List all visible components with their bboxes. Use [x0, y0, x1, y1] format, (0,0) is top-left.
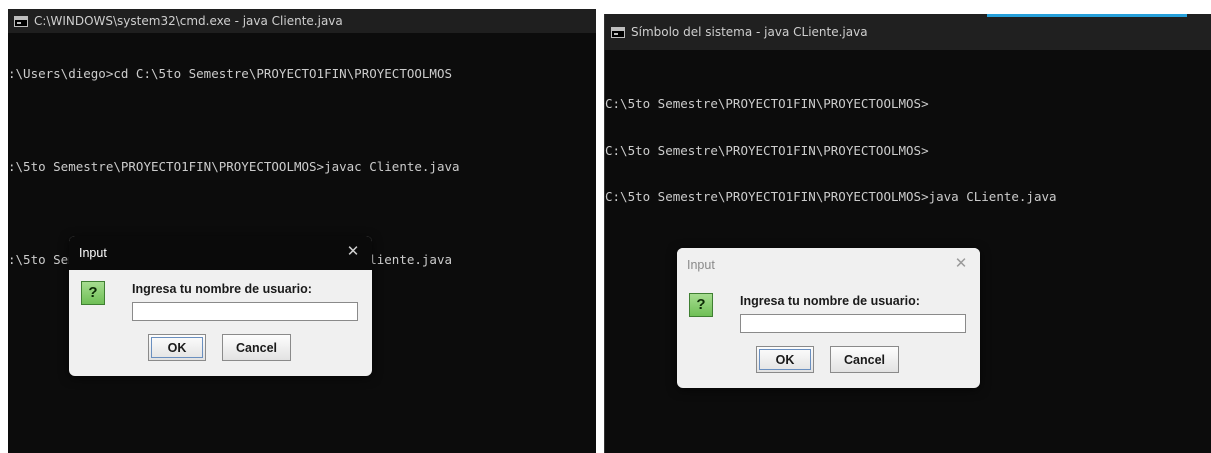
dialog-title-bar[interactable]: Input [69, 236, 372, 270]
username-prompt-label: Ingresa tu nombre de usuario: [132, 282, 312, 296]
ok-button[interactable]: OK [148, 334, 206, 361]
title-bar-left[interactable]: C:\WINDOWS\system32\cmd.exe - java Clien… [8, 9, 596, 33]
console-window-left[interactable]: C:\WINDOWS\system32\cmd.exe - java Clien… [8, 9, 596, 453]
accent-bar [987, 14, 1187, 17]
cancel-button[interactable]: Cancel [222, 334, 291, 361]
title-bar-right[interactable]: Símbolo del sistema - java CLiente.java [605, 14, 1211, 50]
dialog-title-bar[interactable]: Input [677, 248, 980, 282]
input-dialog-right[interactable]: Input ✕ ? Ingresa tu nombre de usuario: … [677, 248, 980, 388]
username-prompt-label: Ingresa tu nombre de usuario: [740, 294, 920, 308]
close-icon[interactable]: ✕ [952, 255, 970, 273]
cancel-button[interactable]: Cancel [830, 346, 899, 373]
input-dialog-left[interactable]: Input ✕ ? Ingresa tu nombre de usuario: … [69, 236, 372, 376]
window-title-left: C:\WINDOWS\system32\cmd.exe - java Clien… [34, 14, 343, 28]
console-line: :\Users\diego>cd C:\5to Semestre\PROYECT… [8, 66, 453, 81]
window-title-right: Símbolo del sistema - java CLiente.java [631, 25, 868, 39]
console-line: C:\5to Semestre\PROYECTO1FIN\PROYECTOOLM… [605, 189, 1057, 204]
username-input[interactable] [740, 314, 966, 333]
console-line: :\5to Semestre\PROYECTO1FIN\PROYECTOOLMO… [8, 159, 460, 174]
ok-button[interactable]: OK [756, 346, 814, 373]
console-line: C:\5to Semestre\PROYECTO1FIN\PROYECTOOLM… [605, 142, 929, 158]
question-icon: ? [689, 293, 713, 317]
username-input[interactable] [132, 302, 358, 321]
console-line: C:\5to Semestre\PROYECTO1FIN\PROYECTOOLM… [605, 96, 929, 111]
dialog-title: Input [687, 258, 715, 272]
dialog-title: Input [79, 246, 107, 260]
cmd-icon [611, 26, 625, 38]
console-output-right: C:\5to Semestre\PROYECTO1FIN\PROYECTOOLM… [605, 66, 1211, 236]
close-icon[interactable]: ✕ [344, 243, 362, 261]
question-icon: ? [81, 281, 105, 305]
cmd-icon [14, 15, 28, 27]
